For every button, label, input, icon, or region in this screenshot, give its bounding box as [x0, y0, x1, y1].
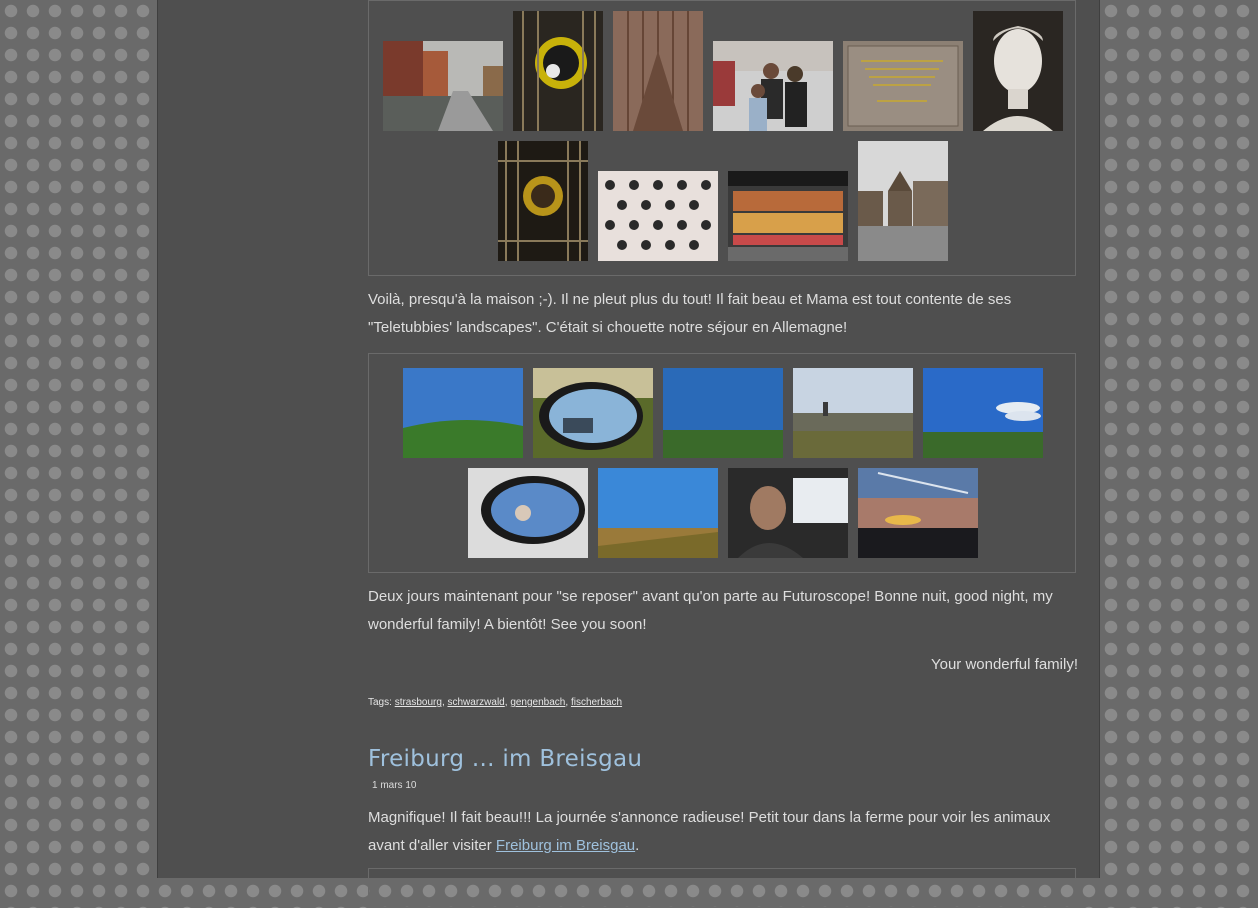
thumb-road-horizon[interactable] — [598, 468, 718, 558]
tag-link-gengenbach[interactable]: gengenbach — [510, 697, 565, 708]
thumb-driver-portrait[interactable] — [728, 468, 848, 558]
thumb-plaque-inscription[interactable] — [843, 41, 963, 131]
tag-link-schwarzwald[interactable]: schwarzwald — [448, 697, 505, 708]
thumb-green-hills[interactable] — [403, 368, 523, 458]
thumb-ironwork-pattern[interactable] — [598, 171, 718, 261]
thumb-astronomical-clock-gate[interactable] — [513, 11, 603, 131]
page-column: Voilà, presqu'à la maison ;-). Il ne ple… — [157, 0, 1100, 908]
tag-link-strasbourg[interactable]: strasbourg — [395, 697, 442, 708]
thumb-canal-walkway[interactable] — [383, 41, 503, 131]
post-title[interactable]: Freiburg ... im Breisgau — [368, 746, 642, 772]
tag-link-fischerbach[interactable]: fischerbach — [571, 697, 622, 708]
thumb-sunset-traffic[interactable] — [858, 468, 978, 558]
thumb-marble-bust[interactable] — [973, 11, 1063, 131]
post-date: 1 mars 10 — [372, 780, 417, 791]
post-paragraph-2: Deux jours maintenant pour "se reposer" … — [368, 588, 1053, 633]
post2-paragraph: Magnifique! Il fait beau!!! La journée s… — [368, 804, 1078, 860]
photo-gallery-freiburg — [368, 868, 1076, 908]
post2-text: Magnifique! Il fait beau!!! La journée s… — [368, 809, 1051, 854]
photo-gallery-strasbourg — [368, 0, 1076, 276]
post-signature: Your wonderful family! — [930, 656, 1078, 673]
post-paragraph-1: Voilà, presqu'à la maison ;-). Il ne ple… — [368, 291, 1012, 336]
thumb-clock-detail[interactable] — [498, 141, 588, 261]
thumb-side-mirror-1[interactable] — [533, 368, 653, 458]
thumb-flat-fields[interactable] — [663, 368, 783, 458]
post-tags: Tags: strasbourg, schwarzwald, gengenbac… — [368, 697, 623, 708]
thumb-family-on-bridge[interactable] — [713, 41, 833, 131]
freiburg-link[interactable]: Freiburg im Breisgau — [496, 837, 635, 854]
thumb-field-windmill[interactable] — [793, 368, 913, 458]
thumb-shop-window[interactable] — [728, 171, 848, 261]
post2-text-end: . — [635, 837, 640, 854]
photo-gallery-landscapes — [368, 353, 1076, 573]
thumb-cathedral-facade[interactable] — [613, 11, 703, 131]
tags-label: Tags: — [368, 697, 392, 708]
thumb-side-mirror-2[interactable] — [468, 468, 588, 558]
thumb-town-square[interactable] — [858, 141, 948, 261]
thumb-blue-sky-clouds[interactable] — [923, 368, 1043, 458]
